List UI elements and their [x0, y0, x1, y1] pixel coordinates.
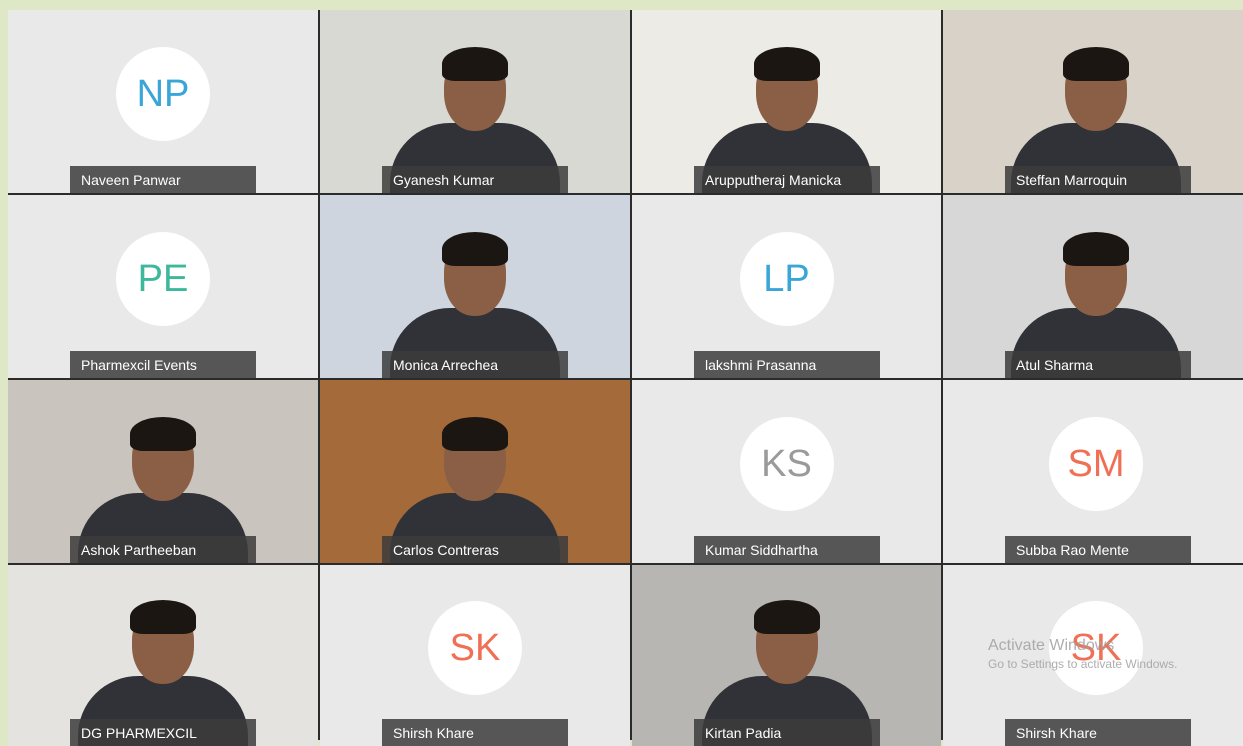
participant-tile[interactable]: Carlos Contreras — [320, 380, 630, 563]
watermark-subtitle: Go to Settings to activate Windows. — [988, 657, 1178, 671]
participant-tile[interactable]: SM Subba Rao Mente — [943, 380, 1243, 563]
avatar-initials: NP — [116, 47, 210, 142]
participant-tile[interactable]: Monica Arrechea — [320, 195, 630, 378]
participant-tile[interactable]: Steffan Marroquin — [943, 10, 1243, 193]
avatar-initials: LP — [739, 232, 834, 327]
avatar-initials: PE — [116, 232, 210, 327]
participant-name-label: Kumar Siddhartha — [694, 536, 880, 563]
participant-name-label: Shirsh Khare — [1005, 719, 1191, 746]
participant-name-label: lakshmi Prasanna — [694, 351, 880, 378]
participant-name-label: Subba Rao Mente — [1005, 536, 1191, 563]
avatar-initials: KS — [739, 417, 834, 512]
participant-tile[interactable]: Arupputheraj Manicka — [632, 10, 941, 193]
video-gallery: NP Naveen Panwar Gyanesh Kumar Arupputheraj… — [8, 10, 1243, 746]
activate-windows-watermark: Activate Windows Go to Settings to activa… — [988, 637, 1177, 671]
participant-tile[interactable]: Atul Sharma — [943, 195, 1243, 378]
participant-name-label: Arupputheraj Manicka — [694, 166, 880, 193]
participant-tile[interactable]: LP lakshmi Prasanna — [632, 195, 941, 378]
participant-name-label: Shirsh Khare — [382, 719, 568, 746]
avatar-initials: SK — [428, 601, 522, 696]
participant-tile[interactable]: SK Shirsh Khare Activate Windows Go to Sett… — [943, 565, 1243, 746]
participant-tile[interactable]: NP Naveen Panwar — [8, 10, 318, 193]
participant-name-label: Gyanesh Kumar — [382, 166, 568, 193]
participant-name-label: Steffan Marroquin — [1005, 166, 1191, 193]
participant-tile[interactable]: Ashok Partheeban — [8, 380, 318, 563]
participant-name-label: Kirtan Padia — [694, 719, 880, 746]
participant-tile[interactable]: PE Pharmexcil Events — [8, 195, 318, 378]
participant-tile[interactable]: SK Shirsh Khare — [320, 565, 630, 746]
participant-tile[interactable]: KS Kumar Siddhartha — [632, 380, 941, 563]
participant-name-label: Atul Sharma — [1005, 351, 1191, 378]
participant-name-label: Ashok Partheeban — [70, 536, 256, 563]
avatar-initials: SM — [1049, 417, 1143, 512]
participant-name-label: Carlos Contreras — [382, 536, 568, 563]
top-strip — [0, 0, 1243, 10]
participant-name-label: Naveen Panwar — [70, 166, 256, 193]
participant-tile[interactable]: Gyanesh Kumar — [320, 10, 630, 193]
watermark-title: Activate Windows — [988, 637, 1115, 654]
participant-name-label: DG PHARMEXCIL — [70, 719, 256, 746]
participant-tile[interactable]: Kirtan Padia — [632, 565, 941, 746]
participant-name-label: Pharmexcil Events — [70, 351, 256, 378]
participant-tile[interactable]: DG PHARMEXCIL — [8, 565, 318, 746]
participant-name-label: Monica Arrechea — [382, 351, 568, 378]
